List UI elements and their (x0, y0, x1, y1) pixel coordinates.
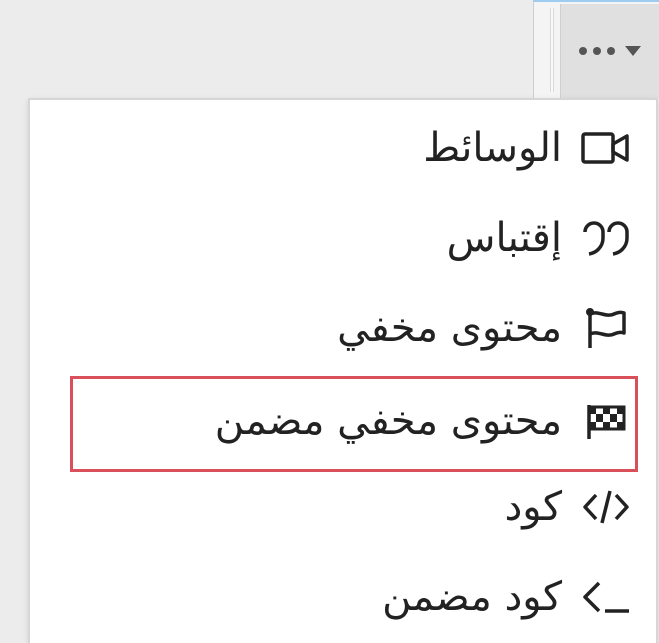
more-dots-icon (575, 41, 645, 61)
terminal-icon (578, 569, 634, 625)
menu-item-inline-hidden-content[interactable]: محتوى مخفي مضمن (70, 376, 634, 466)
code-icon (578, 479, 634, 535)
toolbar-separator (550, 8, 554, 92)
checkered-flag-icon (578, 393, 634, 449)
video-camera-icon (578, 120, 634, 176)
flag-icon (578, 300, 634, 356)
insert-dropdown-menu: الوسائط إقتباس محتوى مخفي محتوى مخفي مضم… (28, 98, 658, 643)
quote-icon (578, 210, 634, 266)
more-options-button[interactable] (560, 4, 659, 98)
menu-item-quote[interactable]: إقتباس (70, 193, 634, 283)
menu-item-label: الوسائط (423, 125, 562, 171)
menu-item-label: محتوى مخفي (337, 305, 562, 351)
menu-item-label: إقتباس (446, 215, 562, 261)
menu-item-inline-code[interactable]: كود مضمن (70, 552, 634, 642)
menu-item-label: محتوى مخفي مضمن (214, 398, 562, 444)
menu-item-code[interactable]: كود (70, 462, 634, 552)
menu-item-media[interactable]: الوسائط (70, 103, 634, 193)
menu-item-label: كود مضمن (382, 574, 562, 620)
menu-item-label: كود (504, 484, 562, 530)
editor-area: الوسائط إقتباس محتوى مخفي محتوى مخفي مضم… (0, 0, 659, 643)
menu-item-hidden-content[interactable]: محتوى مخفي (70, 283, 634, 373)
